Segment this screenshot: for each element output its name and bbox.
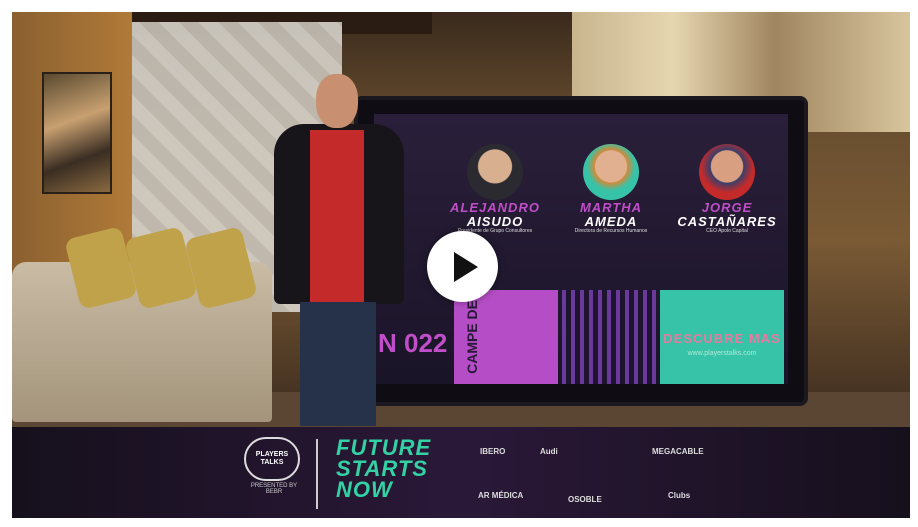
speaker-photo xyxy=(583,144,639,200)
players-talks-logo: PLAYERS TALKS xyxy=(244,437,300,481)
logo-subtitle: PRESENTED BY BEBR xyxy=(250,483,298,495)
video-frame[interactable]: ALEJANDRO AISUDO Presidente de Grupo Con… xyxy=(12,12,910,518)
speaker-last-name: AMEDA xyxy=(584,214,638,229)
presenter xyxy=(264,74,414,426)
speaker-photo xyxy=(467,144,523,200)
cta-url: www.playerstalks.com xyxy=(687,350,757,357)
play-button[interactable] xyxy=(427,231,498,302)
banner-divider xyxy=(316,439,318,509)
sponsor-logo: Clubs xyxy=(668,491,691,500)
sponsor-logo: AR MÉDICA xyxy=(478,491,524,500)
sponsor-logo: Audi xyxy=(540,447,558,456)
speaker-first-name: ALEJANDRO xyxy=(450,200,540,215)
cta-title: DESCUBRE MAS xyxy=(663,331,781,346)
speaker-last-name: CASTAÑARES xyxy=(677,214,777,229)
presenter-legs xyxy=(300,302,376,426)
speaker-last-name: AISUDO xyxy=(466,214,524,229)
slogan-line: NOW xyxy=(336,477,393,502)
sponsor-logo: OSOBLE xyxy=(568,495,602,504)
speaker-first-name: MARTHA xyxy=(579,200,643,215)
pattern-tile xyxy=(562,290,656,384)
slogan-line: FUTURE xyxy=(336,435,432,460)
speaker-card: MARTHA AMEDA Directora de Recursos Human… xyxy=(556,144,666,234)
speaker-role: Directora de Recursos Humanos xyxy=(574,228,648,234)
sponsor-logo: IBERO xyxy=(480,447,506,456)
presenter-head xyxy=(316,74,358,128)
slogan-line: STARTS xyxy=(336,456,428,481)
speaker-photo xyxy=(699,144,755,200)
campe-text: CAMPE DE xyxy=(464,300,480,374)
speaker-first-name: JORGE xyxy=(701,200,753,215)
tv-display: ALEJANDRO AISUDO Presidente de Grupo Con… xyxy=(358,100,804,402)
wall-painting xyxy=(42,72,112,194)
slogan: FUTURE STARTS NOW xyxy=(336,435,432,502)
speaker-card: JORGE CASTAÑARES CEO Apolo Capital xyxy=(672,144,782,234)
cta-tile: DESCUBRE MAS www.playerstalks.com xyxy=(660,290,784,384)
logo-line2: TALKS xyxy=(260,459,284,466)
logo-line1: PLAYERS xyxy=(255,451,289,458)
sponsor-logo: MEGACABLE xyxy=(652,447,704,456)
presenter-shirt xyxy=(310,130,364,310)
bottom-banner: PLAYERS TALKS PRESENTED BY BEBR FUTURE S… xyxy=(12,427,910,518)
speaker-card: ALEJANDRO AISUDO Presidente de Grupo Con… xyxy=(440,144,550,234)
campe-tile: CAMPE DE xyxy=(454,290,558,384)
video-scene: ALEJANDRO AISUDO Presidente de Grupo Con… xyxy=(12,12,910,432)
play-icon xyxy=(453,251,478,282)
